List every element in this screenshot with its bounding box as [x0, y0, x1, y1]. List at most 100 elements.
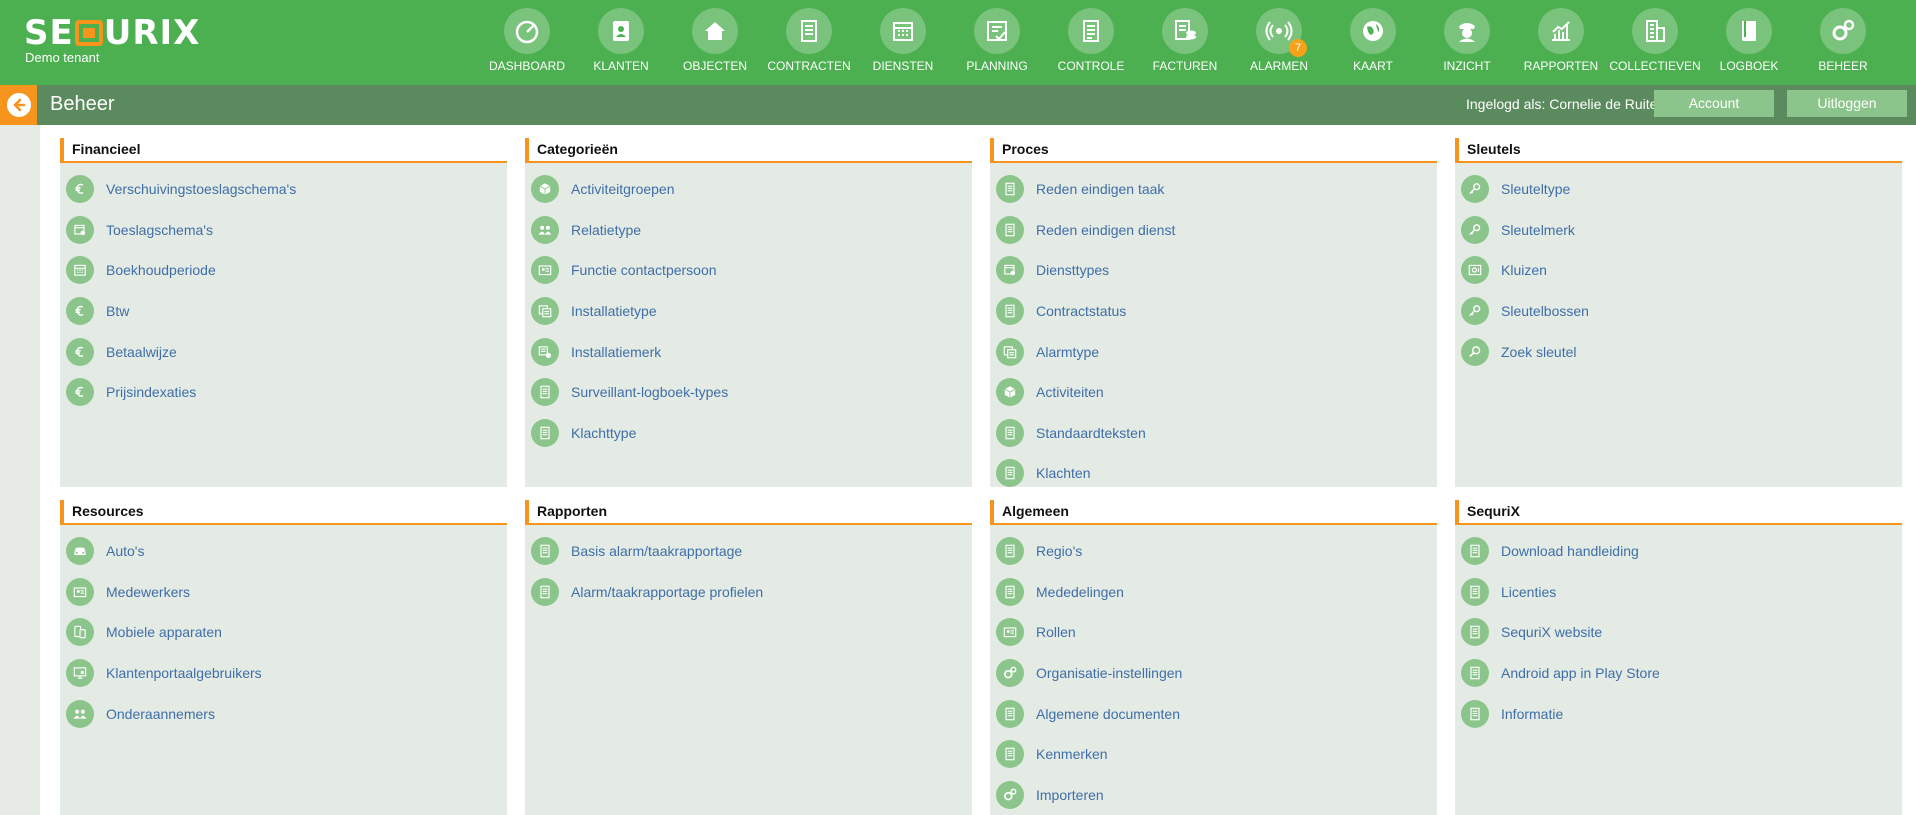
admin-link[interactable]: Relatietype [525, 210, 972, 251]
nav-logboek[interactable]: LOGBOEK [1702, 0, 1796, 85]
admin-link-label: Klantenportaalgebruikers [106, 665, 262, 682]
admin-link[interactable]: Sleutelbossen [1455, 291, 1902, 332]
nav-klanten[interactable]: KLANTEN [574, 0, 668, 85]
logout-button[interactable]: Uitloggen [1787, 90, 1907, 117]
nav-objecten[interactable]: OBJECTEN [668, 0, 762, 85]
admin-link-label: Verschuivingstoeslagschema's [106, 181, 297, 198]
admin-link[interactable]: Installatietype [525, 291, 972, 332]
admin-link[interactable]: Regio's [990, 531, 1437, 572]
panel-sequrix: SequriX Download handleiding Licenties Sequ… [1455, 500, 1902, 815]
admin-link[interactable]: Download handleiding [1455, 531, 1902, 572]
admin-link-label: Activiteitgroepen [571, 181, 675, 198]
document-icon [531, 378, 559, 407]
admin-link[interactable]: Reden eindigen dienst [990, 210, 1437, 251]
admin-link-label: Informatie [1501, 705, 1564, 722]
admin-link[interactable]: Licenties [1455, 572, 1902, 613]
panel-title: Categorieën [525, 138, 972, 163]
key-icon [1461, 215, 1489, 244]
account-button[interactable]: Account [1654, 90, 1774, 117]
admin-link[interactable]: Zoek sleutel [1455, 331, 1902, 372]
document-icon [996, 699, 1024, 728]
admin-link[interactable]: Standaardteksten [990, 413, 1437, 454]
admin-link[interactable]: Importeren [990, 775, 1437, 815]
admin-link[interactable]: Verschuivingstoeslagschema's [60, 169, 507, 210]
admin-link[interactable]: Activiteiten [990, 372, 1437, 413]
admin-link[interactable]: Mobiele apparaten [60, 612, 507, 653]
sequrix-logo[interactable]: SE URIX [24, 16, 200, 50]
admin-link[interactable]: Alarmtype [990, 331, 1437, 372]
admin-link[interactable]: SequriX website [1455, 612, 1902, 653]
nav-controle[interactable]: CONTROLE [1044, 0, 1138, 85]
nav-inzicht[interactable]: INZICHT [1420, 0, 1514, 85]
document-icon [996, 537, 1024, 566]
admin-link[interactable]: Contractstatus [990, 291, 1437, 332]
admin-link-label: Licenties [1501, 583, 1557, 600]
admin-link-label: Toeslagschema's [106, 221, 213, 238]
nav-collectieven[interactable]: COLLECTIEVEN [1608, 0, 1702, 85]
admin-link[interactable]: Kluizen [1455, 250, 1902, 291]
admin-link-label: Android app in Play Store [1501, 665, 1660, 682]
nav-rapporten[interactable]: RAPPORTEN [1514, 0, 1608, 85]
admin-link[interactable]: Informatie [1455, 693, 1902, 734]
back-button[interactable] [0, 85, 37, 125]
dashboard-icon [504, 8, 550, 54]
admin-link[interactable]: Onderaannemers [60, 693, 507, 734]
admin-link-label: Btw [106, 303, 130, 320]
panel-title: Rapporten [525, 500, 972, 525]
admin-link[interactable]: Toeslagschema's [60, 210, 507, 251]
admin-link-label: Rollen [1036, 624, 1076, 641]
admin-link[interactable]: Prijsindexaties [60, 372, 507, 413]
admin-link[interactable]: Rollen [990, 612, 1437, 653]
nav-kaart[interactable]: KAART [1326, 0, 1420, 85]
panel-title: Algemeen [990, 500, 1437, 525]
nav-facturen[interactable]: FACTUREN [1138, 0, 1232, 85]
nav-beheer[interactable]: BEHEER [1796, 0, 1890, 85]
admin-link[interactable]: Functie contactpersoon [525, 250, 972, 291]
admin-link[interactable]: Diensttypes [990, 250, 1437, 291]
nav-label: LOGBOEK [1719, 59, 1779, 73]
admin-link[interactable]: Mededelingen [990, 572, 1437, 613]
admin-link[interactable]: Algemene documenten [990, 693, 1437, 734]
nav-dashboard[interactable]: DASHBOARD [480, 0, 574, 85]
nav-label: PLANNING [966, 59, 1028, 73]
admin-link[interactable]: Activiteitgroepen [525, 169, 972, 210]
key-icon [1461, 175, 1489, 204]
key-icon [1461, 297, 1489, 326]
admin-link-label: Functie contactpersoon [571, 262, 717, 279]
document-icon [996, 418, 1024, 447]
admin-link[interactable]: Alarm/taakrapportage profielen [525, 572, 972, 613]
admin-link-label: Klachten [1036, 465, 1091, 482]
car-icon [66, 537, 94, 566]
nav-contracten[interactable]: CONTRACTEN [762, 0, 856, 85]
admin-link-label: Boekhoudperiode [106, 262, 216, 279]
admin-link[interactable]: Betaalwijze [60, 331, 507, 372]
admin-link[interactable]: Basis alarm/taakrapportage [525, 531, 972, 572]
admin-link[interactable]: Android app in Play Store [1455, 653, 1902, 694]
admin-link[interactable]: Medewerkers [60, 572, 507, 613]
panel-title: Financieel [60, 138, 507, 163]
people-icon [531, 215, 559, 244]
panel-title: SequriX [1455, 500, 1902, 525]
admin-link-label: SequriX website [1501, 624, 1603, 641]
admin-link[interactable]: Boekhoudperiode [60, 250, 507, 291]
nav-diensten[interactable]: DIENSTEN [856, 0, 950, 85]
admin-link[interactable]: Surveillant-logboek-types [525, 372, 972, 413]
admin-link[interactable]: Klachttype [525, 413, 972, 454]
nav-planning[interactable]: PLANNING [950, 0, 1044, 85]
admin-link[interactable]: Installatiemerk [525, 331, 972, 372]
admin-link[interactable]: Kenmerken [990, 734, 1437, 775]
nav-alarmen[interactable]: ALARMEN 7 [1232, 0, 1326, 85]
euro-icon [66, 378, 94, 407]
admin-link-label: Zoek sleutel [1501, 343, 1577, 360]
admin-link[interactable]: Organisatie-instellingen [990, 653, 1437, 694]
admin-link[interactable]: Klantenportaalgebruikers [60, 653, 507, 694]
admin-link[interactable]: Reden eindigen taak [990, 169, 1437, 210]
admin-link[interactable]: Klachten [990, 453, 1437, 494]
admin-link[interactable]: Btw [60, 291, 507, 332]
admin-link-label: Sleuteltype [1501, 181, 1571, 198]
admin-link[interactable]: Sleuteltype [1455, 169, 1902, 210]
admin-link[interactable]: Auto's [60, 531, 507, 572]
admin-link-label: Standaardteksten [1036, 424, 1146, 441]
admin-link-label: Kluizen [1501, 262, 1547, 279]
admin-link[interactable]: Sleutelmerk [1455, 210, 1902, 251]
